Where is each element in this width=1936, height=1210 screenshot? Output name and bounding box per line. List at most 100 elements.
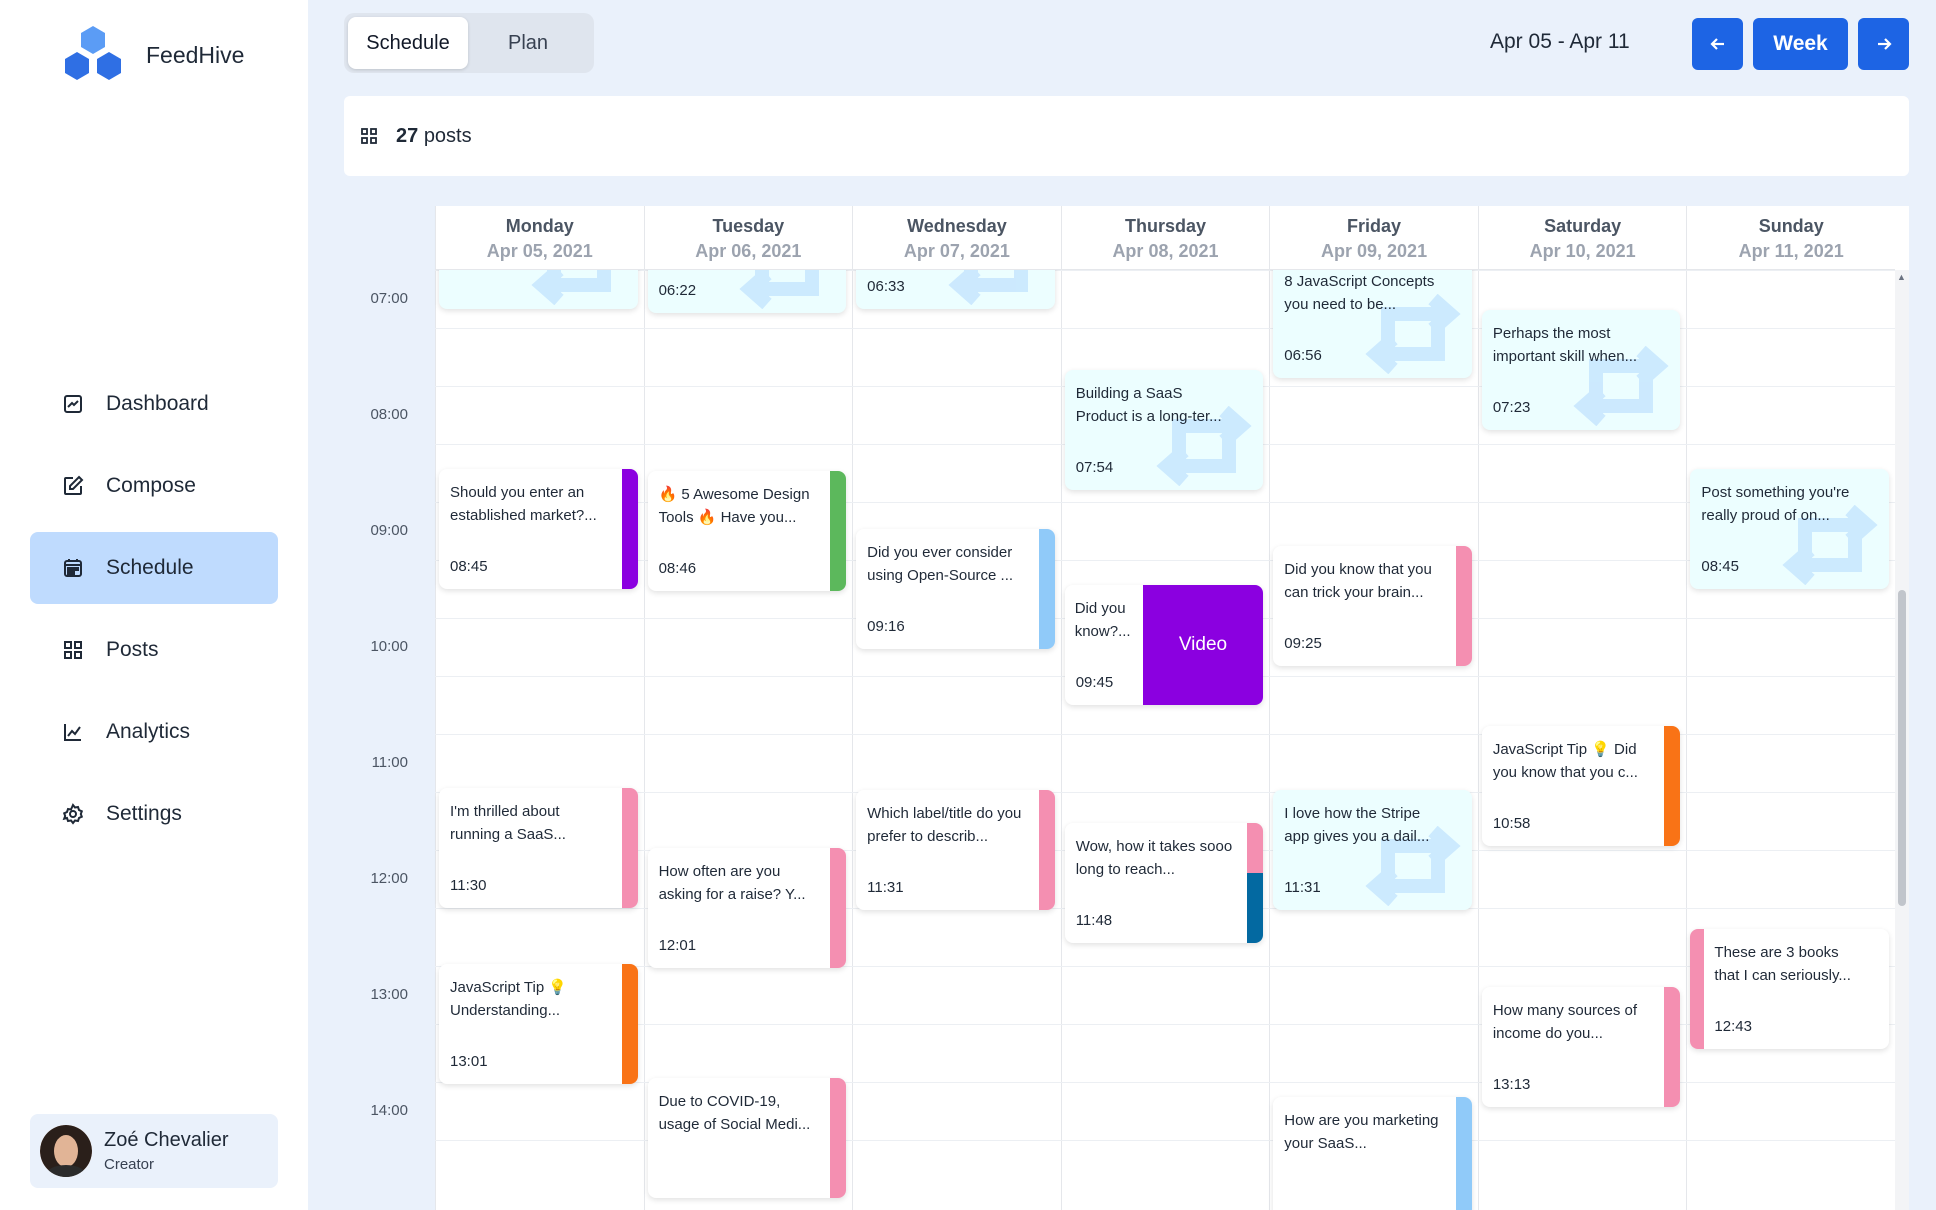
time-gutter xyxy=(344,206,435,1210)
sidebar: FeedHive Dashboard Compose Schedule Post… xyxy=(0,0,308,1210)
day-date: Apr 10, 2021 xyxy=(1529,241,1636,261)
post-preview-text: I'm thrilled about running a SaaS... xyxy=(450,803,566,843)
scheduled-post-card[interactable]: Did you know that you can trick your bra… xyxy=(1273,546,1472,667)
post-preview-text: These are 3 books that I can seriously..… xyxy=(1714,944,1851,985)
post-color-stripe xyxy=(1247,822,1264,873)
day-header-friday: Friday Apr 09, 2021 xyxy=(1269,206,1478,270)
scheduled-post-card[interactable]: How many sources of income do you... 13:1… xyxy=(1481,987,1681,1108)
post-preview-text: 8 JavaScript Concepts you need to be... xyxy=(1284,273,1435,314)
scheduled-post-card[interactable]: Post something you're really proud of on… xyxy=(1690,469,1889,589)
sidebar-item-settings[interactable]: Settings xyxy=(30,778,278,850)
post-preview-text: JavaScript Tip 💡 Did you know that you c… xyxy=(1492,741,1638,782)
sidebar-item-dashboard[interactable]: Dashboard xyxy=(30,368,278,440)
next-week-button[interactable] xyxy=(1858,18,1909,70)
scheduled-post-card[interactable]: Building a SaaS Product is a long-ter...… xyxy=(1064,370,1264,491)
post-time: 08:45 xyxy=(450,558,488,575)
user-profile-card[interactable]: Zoé Chevalier Creator xyxy=(30,1114,278,1188)
grid-icon xyxy=(361,128,377,144)
time-label: 08:00 xyxy=(370,406,408,423)
scheduled-post-card[interactable]: Should you enter an established market?.… xyxy=(439,469,638,589)
sidebar-item-label: Compose xyxy=(106,474,196,497)
scheduled-post-card[interactable]: I'm thrilled about running a SaaS... 11:3… xyxy=(439,788,638,908)
post-preview-text: Should you enter an established market?.… xyxy=(450,484,597,524)
day-header-tuesday: Tuesday Apr 06, 2021 xyxy=(643,206,853,270)
tab-schedule[interactable]: Schedule xyxy=(348,17,468,69)
time-label: 14:00 xyxy=(370,1102,408,1119)
compose-icon xyxy=(62,475,84,497)
sidebar-item-compose[interactable]: Compose xyxy=(30,450,278,522)
scroll-thumb[interactable] xyxy=(1898,590,1906,906)
post-time: 06:56 xyxy=(1284,347,1322,365)
post-color-stripe xyxy=(830,847,847,968)
post-preview-text: Did you ever consider using Open-Source … xyxy=(867,543,1014,584)
day-header-saturday: Saturday Apr 10, 2021 xyxy=(1477,206,1687,270)
scheduled-post-card[interactable]: Wow, how it takes sooo long to reach... 1… xyxy=(1064,822,1264,943)
post-time: 09:45 xyxy=(1075,674,1114,691)
scroll-up-icon[interactable]: ▲ xyxy=(1897,272,1906,282)
hexagon-logo-icon xyxy=(65,26,121,80)
post-preview-text: How often are you asking for a raise? Y.… xyxy=(658,862,806,903)
scheduled-post-card[interactable]: How often are you asking for a raise? Y.… xyxy=(647,847,847,968)
post-time: 09:25 xyxy=(1284,635,1322,653)
day-header-sunday: Sunday Apr 11, 2021 xyxy=(1686,206,1895,270)
sidebar-item-analytics[interactable]: Analytics xyxy=(30,696,278,768)
week-view-button[interactable]: Week xyxy=(1753,18,1848,70)
dashboard-icon xyxy=(62,393,84,415)
post-preview-text: Due to COVID-19, usage of Social Medi... xyxy=(658,1093,811,1133)
post-preview-text: Perhaps the most important skill when... xyxy=(1492,325,1638,366)
post-time: 10:58 xyxy=(1492,815,1531,833)
arrow-right-icon xyxy=(1877,38,1892,50)
column-divider xyxy=(1477,270,1479,1210)
day-date: Apr 09, 2021 xyxy=(1321,241,1428,261)
sidebar-item-posts[interactable]: Posts xyxy=(30,614,278,686)
scheduled-post-card[interactable]: Perhaps the most important skill when...… xyxy=(1481,310,1681,431)
calendar-scrollbar[interactable]: ▲ xyxy=(1895,270,1909,1210)
date-range-label: Apr 05 - Apr 11 xyxy=(1490,30,1630,53)
sidebar-item-label: Dashboard xyxy=(106,392,209,415)
scheduled-post-card[interactable]: 8 JavaScript Concepts you need to be... 0… xyxy=(1273,258,1472,379)
post-preview-text: Did you know that you can trick your bra… xyxy=(1284,561,1432,602)
post-time: 13:01 xyxy=(450,1052,488,1070)
scheduled-post-card[interactable]: Video Did you know?... 09:45 xyxy=(1064,585,1264,705)
calendar-icon xyxy=(62,557,84,579)
post-preview-text: I love how the Stripe app gives you a da… xyxy=(1284,804,1430,845)
day-date: Apr 05, 2021 xyxy=(486,241,593,261)
column-divider xyxy=(643,270,645,1210)
tab-plan[interactable]: Plan xyxy=(468,17,588,69)
post-time: 11:31 xyxy=(867,878,904,896)
arrow-left-icon xyxy=(1709,38,1724,50)
post-time: 11:30 xyxy=(450,877,487,894)
post-color-stripe xyxy=(621,963,638,1084)
post-time: 07:54 xyxy=(1075,459,1114,477)
scheduled-post-card[interactable]: 🔥 5 Awesome Design Tools 🔥 Have you... 08… xyxy=(647,470,847,591)
post-time: 08:46 xyxy=(658,559,697,577)
column-divider xyxy=(435,270,436,1210)
day-headers: Monday Apr 05, 2021 Tuesday Apr 06, 2021 Wed… xyxy=(435,206,1895,270)
scheduled-post-card[interactable]: JavaScript Tip 💡 Did you know that you c… xyxy=(1481,726,1681,847)
post-time: 06:33 xyxy=(867,277,905,295)
day-header-wednesday: Wednesday Apr 07, 2021 xyxy=(852,206,1061,270)
scheduled-post-card[interactable]: I love how the Stripe app gives you a da… xyxy=(1273,789,1472,910)
post-time: 11:31 xyxy=(1284,878,1321,896)
scheduled-post-card[interactable]: JavaScript Tip 💡 Understanding... 13:01 xyxy=(439,963,638,1084)
post-time: 11:48 xyxy=(1075,911,1113,929)
day-date: Apr 07, 2021 xyxy=(903,241,1010,261)
scheduled-post-card[interactable]: Which label/title do you prefer to descr… xyxy=(856,789,1055,910)
posts-summary-bar: 27 posts xyxy=(344,96,1909,176)
post-time: 12:01 xyxy=(658,936,697,954)
calendar-grid: Are you on the tip of launching somethin… xyxy=(435,206,1896,1210)
post-preview-text: How many sources of income do you... xyxy=(1492,1002,1638,1043)
scheduled-post-card[interactable]: How are you marketing your SaaS... xyxy=(1273,1097,1472,1210)
scheduled-post-card[interactable]: Due to COVID-19, usage of Social Medi... xyxy=(647,1078,847,1198)
scheduled-post-card[interactable]: These are 3 books that I can seriously..… xyxy=(1690,929,1889,1050)
app-name: FeedHive xyxy=(146,41,245,68)
gear-icon xyxy=(62,803,84,825)
sidebar-item-schedule[interactable]: Schedule xyxy=(30,532,278,604)
previous-week-button[interactable] xyxy=(1692,18,1743,70)
post-color-stripe xyxy=(1455,1097,1472,1210)
avatar xyxy=(40,1125,92,1177)
app-logo[interactable]: FeedHive xyxy=(60,24,244,86)
post-time: 09:16 xyxy=(867,617,905,635)
day-name: Monday xyxy=(505,216,574,236)
scheduled-post-card[interactable]: Did you ever consider using Open-Source … xyxy=(856,528,1055,649)
